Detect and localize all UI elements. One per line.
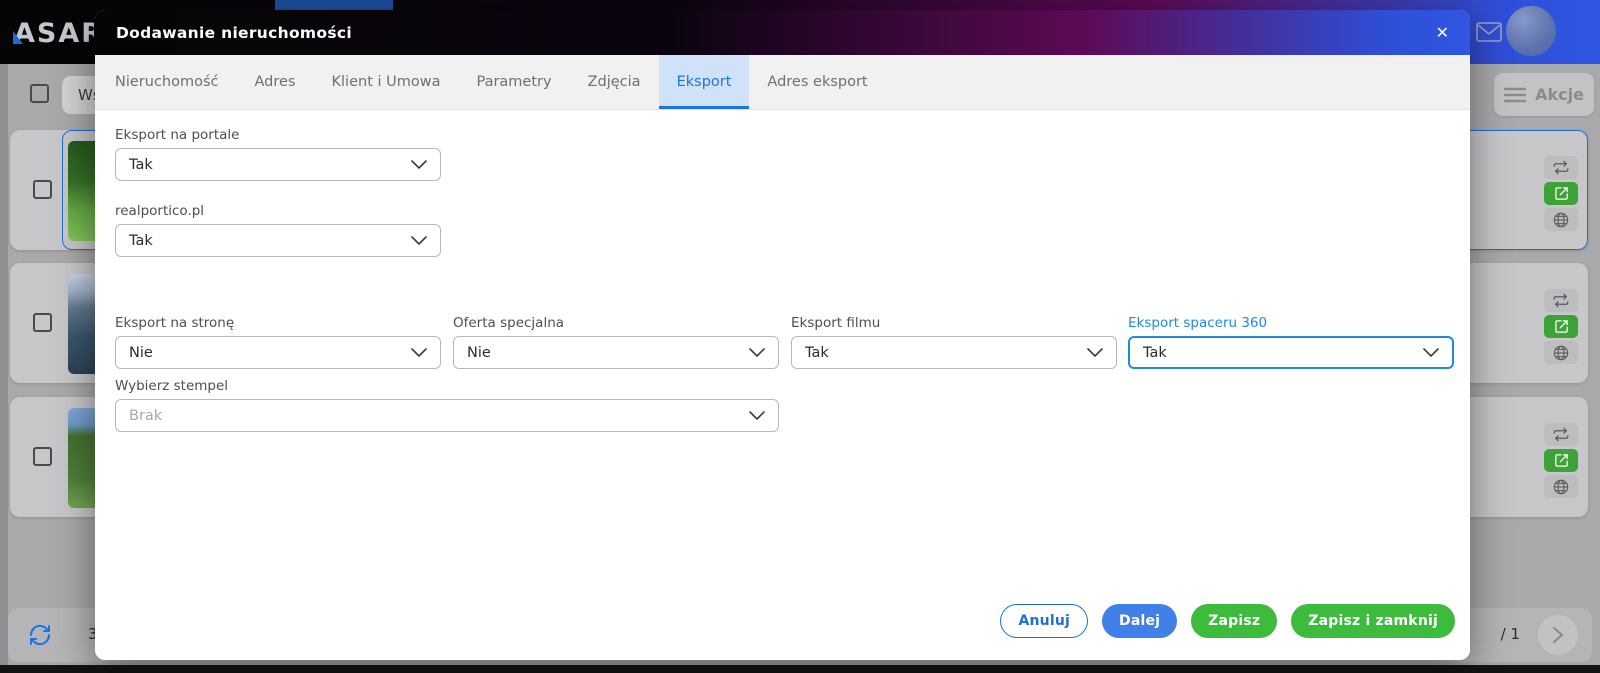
next-page-button[interactable] <box>1538 615 1578 655</box>
field-label: Eksport spaceru 360 <box>1128 315 1454 331</box>
tab-parametry[interactable]: Parametry <box>458 55 569 109</box>
export-form: Eksport na portale Tak realportico.pl Ta… <box>95 110 1470 660</box>
tab-nieruchomosc[interactable]: Nieruchomość <box>97 55 237 109</box>
field-eksport-na-strone: Eksport na stronę Nie <box>115 315 441 369</box>
chevron-down-icon <box>411 348 427 357</box>
akcje-label: Akcje <box>1535 85 1584 104</box>
globe-button[interactable] <box>1544 475 1578 498</box>
avatar[interactable] <box>1506 6 1556 56</box>
modal-tab-bar: Nieruchomość Adres Klient i Umowa Parame… <box>95 55 1470 110</box>
chevron-down-icon <box>411 236 427 245</box>
select-value: Tak <box>805 345 829 361</box>
realportico-select[interactable]: Tak <box>115 224 441 257</box>
chevron-down-icon <box>749 411 765 420</box>
external-link-icon <box>1554 453 1569 468</box>
chevron-down-icon <box>1423 348 1439 357</box>
left-edge-strip <box>0 64 8 673</box>
chevron-down-icon <box>411 160 427 169</box>
field-eksport-na-portale: Eksport na portale Tak <box>115 127 441 181</box>
refresh-icon <box>28 623 52 647</box>
external-link-icon <box>1554 319 1569 334</box>
globe-icon <box>1553 479 1569 495</box>
refresh-button[interactable] <box>28 623 52 651</box>
select-value: Tak <box>129 233 153 249</box>
select-value: Tak <box>129 157 153 173</box>
logo-triangle-icon <box>13 31 23 44</box>
select-value: Brak <box>129 408 162 424</box>
mail-icon[interactable] <box>1476 21 1502 47</box>
topbar-blue-accent <box>275 0 393 10</box>
field-label: Wybierz stempel <box>115 378 779 394</box>
cancel-button[interactable]: Anuluj <box>1000 604 1088 638</box>
export-button[interactable] <box>1544 182 1578 205</box>
field-label: Eksport na portale <box>115 127 441 143</box>
chevron-down-icon <box>1087 348 1103 357</box>
akcje-button[interactable]: Akcje <box>1494 73 1594 116</box>
field-label: Eksport na stronę <box>115 315 441 331</box>
modal-title: Dodawanie nieruchomości <box>116 24 352 42</box>
oferta-specjalna-select[interactable]: Nie <box>453 336 779 369</box>
eksport-na-strone-select[interactable]: Nie <box>115 336 441 369</box>
export-button[interactable] <box>1544 315 1578 338</box>
repeat-button[interactable] <box>1544 423 1578 446</box>
chevron-down-icon <box>749 348 765 357</box>
bottom-edge <box>0 665 1600 673</box>
export-button[interactable] <box>1544 449 1578 472</box>
row-checkbox[interactable] <box>33 447 52 466</box>
select-value: Tak <box>1143 345 1167 361</box>
tab-adres[interactable]: Adres <box>237 55 314 109</box>
next-button[interactable]: Dalej <box>1102 604 1177 638</box>
tab-zdjecia[interactable]: Zdjęcia <box>570 55 659 109</box>
tab-klient-i-umowa[interactable]: Klient i Umowa <box>314 55 459 109</box>
menu-icon <box>1504 87 1526 103</box>
repeat-button[interactable] <box>1544 156 1578 179</box>
eksport-filmu-select[interactable]: Tak <box>791 336 1117 369</box>
field-label: Oferta specjalna <box>453 315 779 331</box>
external-link-icon <box>1554 186 1569 201</box>
field-wybierz-stempel: Wybierz stempel Brak <box>115 378 779 432</box>
chevron-right-icon <box>1552 626 1564 644</box>
close-icon[interactable]: ✕ <box>1436 25 1449 41</box>
field-eksport-filmu: Eksport filmu Tak <box>791 315 1117 369</box>
modal-footer: Anuluj Dalej Zapisz Zapisz i zamknij <box>1000 604 1455 638</box>
field-realportico: realportico.pl Tak <box>115 203 441 257</box>
field-label: realportico.pl <box>115 203 441 219</box>
save-button[interactable]: Zapisz <box>1191 604 1277 638</box>
field-eksport-spaceru-360: Eksport spaceru 360 Tak <box>1128 315 1454 369</box>
eksport-na-portale-select[interactable]: Tak <box>115 148 441 181</box>
row-checkbox[interactable] <box>33 313 52 332</box>
repeat-icon <box>1552 427 1570 442</box>
field-label: Eksport filmu <box>791 315 1117 331</box>
globe-icon <box>1553 212 1569 228</box>
field-oferta-specjalna: Oferta specjalna Nie <box>453 315 779 369</box>
page-indicator: / 1 <box>1501 625 1520 643</box>
app-logo: ASAR <box>14 18 94 49</box>
globe-button[interactable] <box>1544 208 1578 231</box>
globe-icon <box>1553 345 1569 361</box>
wybierz-stempel-select[interactable]: Brak <box>115 399 779 432</box>
eksport-spaceru-360-select[interactable]: Tak <box>1128 336 1454 369</box>
row-checkbox[interactable] <box>33 180 52 199</box>
save-and-close-button[interactable]: Zapisz i zamknij <box>1291 604 1455 638</box>
repeat-icon <box>1552 160 1570 175</box>
add-property-modal: Dodawanie nieruchomości ✕ Nieruchomość A… <box>95 10 1470 660</box>
repeat-button[interactable] <box>1544 289 1578 312</box>
select-all-checkbox[interactable] <box>30 84 49 103</box>
tab-eksport[interactable]: Eksport <box>659 55 750 109</box>
tab-adres-eksport[interactable]: Adres eksport <box>749 55 885 109</box>
select-value: Nie <box>467 345 491 361</box>
modal-header: Dodawanie nieruchomości ✕ <box>95 10 1470 55</box>
repeat-icon <box>1552 293 1570 308</box>
globe-button[interactable] <box>1544 341 1578 364</box>
select-value: Nie <box>129 345 153 361</box>
